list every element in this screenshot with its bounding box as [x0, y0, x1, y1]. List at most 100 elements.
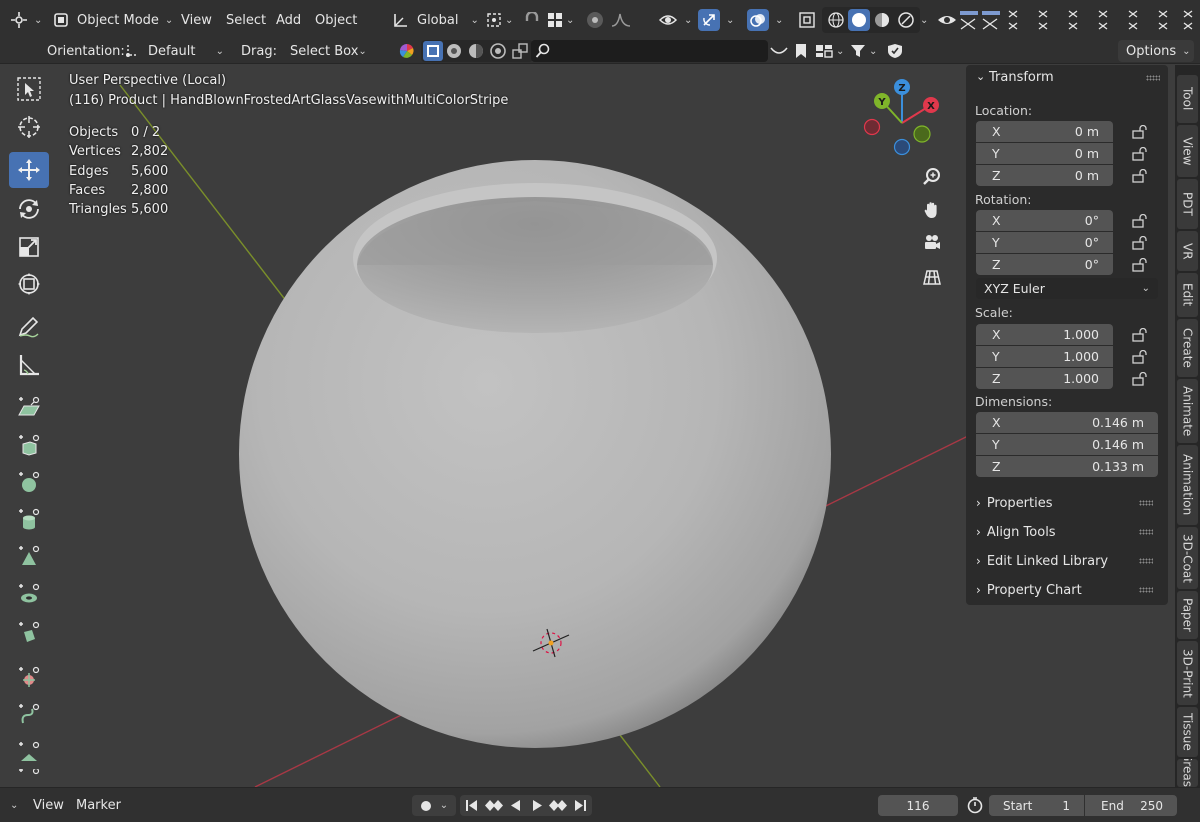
shield-button[interactable] — [887, 38, 903, 64]
add-ico-tool[interactable] — [9, 659, 49, 695]
tab-animation[interactable]: Animation — [1177, 445, 1198, 525]
shading-mode-group[interactable] — [822, 7, 920, 33]
filter-button[interactable]: ⌄ — [850, 38, 877, 64]
addon-toggles[interactable] — [958, 7, 1194, 33]
curve-toggle-button[interactable] — [770, 38, 788, 64]
falloff-selector[interactable] — [611, 7, 631, 33]
search-field[interactable] — [531, 40, 768, 62]
gizmo-z-neg[interactable] — [893, 138, 911, 156]
wireframe-shading-icon[interactable] — [826, 10, 846, 30]
rotation-mode-dropdown[interactable]: XYZ Euler ⌄ — [976, 278, 1158, 299]
tab-grease[interactable]: Grease — [1177, 759, 1198, 787]
drag-grip-icon[interactable] — [1139, 587, 1153, 593]
menu-select[interactable]: Select — [226, 7, 266, 33]
timeline-menu-marker[interactable]: Marker — [76, 792, 121, 818]
scale-tool[interactable] — [9, 229, 49, 265]
select-subtract-icon[interactable] — [467, 42, 485, 60]
drag-grip-icon[interactable] — [1139, 558, 1153, 564]
gizmo-y-neg[interactable] — [913, 125, 931, 143]
subpanel-edit-linked-library[interactable]: › Edit Linked Library — [976, 548, 1161, 574]
lock-icon[interactable] — [1132, 147, 1148, 161]
xray-toggle[interactable] — [798, 7, 816, 33]
tab-tissue[interactable]: Tissue — [1177, 707, 1198, 757]
lock-icon[interactable] — [1132, 125, 1148, 139]
rendered-shading-icon[interactable] — [896, 10, 916, 30]
frame-start-field[interactable]: Start 1 — [989, 795, 1084, 816]
gizmo-x-neg[interactable] — [863, 118, 881, 136]
timeline-menu-view[interactable]: View — [33, 792, 64, 818]
overlays-toggle[interactable]: ⌄ — [747, 7, 783, 33]
add-cone-tool[interactable] — [9, 538, 49, 574]
play-reverse-icon[interactable] — [504, 795, 526, 816]
dimensions-y-field[interactable]: Y 0.146 m — [976, 434, 1158, 455]
tab-view[interactable]: View — [1177, 125, 1198, 177]
timeline-editor-type-button[interactable]: ⌄ — [0, 792, 22, 818]
use-preview-range-toggle[interactable] — [966, 792, 984, 818]
snap-toggle[interactable] — [524, 7, 540, 33]
add-plane-tool[interactable] — [9, 389, 49, 425]
color-picker-button[interactable] — [399, 38, 415, 64]
menu-object[interactable]: Object — [315, 7, 357, 33]
lock-icon[interactable] — [1132, 350, 1148, 364]
gizmo-toggle[interactable]: ⌄ — [698, 7, 734, 33]
tab-tool[interactable]: Tool — [1177, 75, 1198, 123]
measure-tool[interactable] — [9, 347, 49, 383]
tab-pdt[interactable]: PDT — [1177, 179, 1198, 229]
play-icon[interactable] — [526, 795, 548, 816]
shading-options-dropdown[interactable]: ⌄ — [914, 7, 928, 33]
auto-keying-toggle[interactable]: ⌄ — [412, 795, 456, 816]
cursor-tool[interactable] — [9, 109, 49, 145]
add-more-tool[interactable] — [9, 769, 49, 787]
current-frame-field[interactable]: 116 — [878, 795, 958, 816]
navigation-gizmo[interactable]: Y X Z — [858, 77, 948, 161]
add-sphere-tool[interactable] — [9, 464, 49, 500]
scale-y-field[interactable]: Y 1.000 — [976, 346, 1113, 367]
add-cylinder-tool[interactable] — [9, 501, 49, 537]
search-input[interactable] — [555, 43, 755, 59]
lock-icon[interactable] — [1132, 169, 1148, 183]
lock-icon[interactable] — [1132, 372, 1148, 386]
select-invert-icon[interactable] — [489, 42, 507, 60]
tab-create[interactable]: Create — [1177, 319, 1198, 377]
editor-type-button[interactable]: ⌄ — [10, 7, 42, 33]
add-curve-tool[interactable] — [9, 696, 49, 732]
rotate-tool[interactable] — [9, 191, 49, 227]
tab-animate[interactable]: Animate — [1177, 379, 1198, 443]
tab-edit[interactable]: Edit — [1177, 273, 1198, 317]
next-keyframe-icon[interactable] — [548, 795, 570, 816]
perspective-toggle-button[interactable] — [916, 261, 948, 293]
add-cube-tool[interactable] — [9, 427, 49, 463]
mode-selector[interactable]: Object Mode ⌄ — [53, 7, 173, 33]
pivot-point-selector[interactable]: ⌄ — [486, 7, 513, 33]
orientation-dropdown[interactable]: Default ⌄ — [120, 40, 228, 62]
pan-view-button[interactable] — [916, 194, 948, 226]
lock-icon[interactable] — [1132, 258, 1148, 272]
scale-x-field[interactable]: X 1.000 — [976, 324, 1113, 345]
drag-grip-icon[interactable] — [1146, 75, 1160, 81]
tab-3d-print[interactable]: 3D-Print — [1177, 641, 1198, 705]
visibility-selector[interactable]: ⌄ — [659, 7, 692, 33]
snap-target-selector[interactable]: ⌄ — [547, 7, 574, 33]
hide-overlay-toggle[interactable] — [937, 7, 957, 33]
tab-vr[interactable]: VR — [1177, 231, 1198, 271]
bookmark-button[interactable] — [795, 38, 807, 64]
material-shading-icon[interactable] — [872, 10, 892, 30]
transform-tool[interactable] — [9, 266, 49, 302]
add-torus-tool[interactable] — [9, 576, 49, 612]
add-capsule-tool[interactable] — [9, 614, 49, 650]
menu-view[interactable]: View — [181, 7, 212, 33]
annotate-tool[interactable] — [9, 309, 49, 345]
subpanel-properties[interactable]: › Properties — [976, 490, 1161, 516]
tab-3d-coat[interactable]: 3D-Coat — [1177, 527, 1198, 589]
subpanel-property-chart[interactable]: › Property Chart — [976, 577, 1161, 603]
drag-grip-icon[interactable] — [1139, 500, 1153, 506]
jump-end-icon[interactable] — [570, 795, 592, 816]
location-y-field[interactable]: Y 0 m — [976, 143, 1113, 164]
rotation-x-field[interactable]: X 0° — [976, 210, 1113, 231]
dimensions-x-field[interactable]: X 0.146 m — [976, 412, 1158, 433]
lock-icon[interactable] — [1132, 214, 1148, 228]
location-x-field[interactable]: X 0 m — [976, 121, 1113, 142]
transform-orientation-selector[interactable]: Global ⌄ — [393, 7, 479, 33]
select-intersect-icon[interactable] — [511, 42, 529, 60]
proportional-edit-toggle[interactable] — [586, 7, 604, 33]
